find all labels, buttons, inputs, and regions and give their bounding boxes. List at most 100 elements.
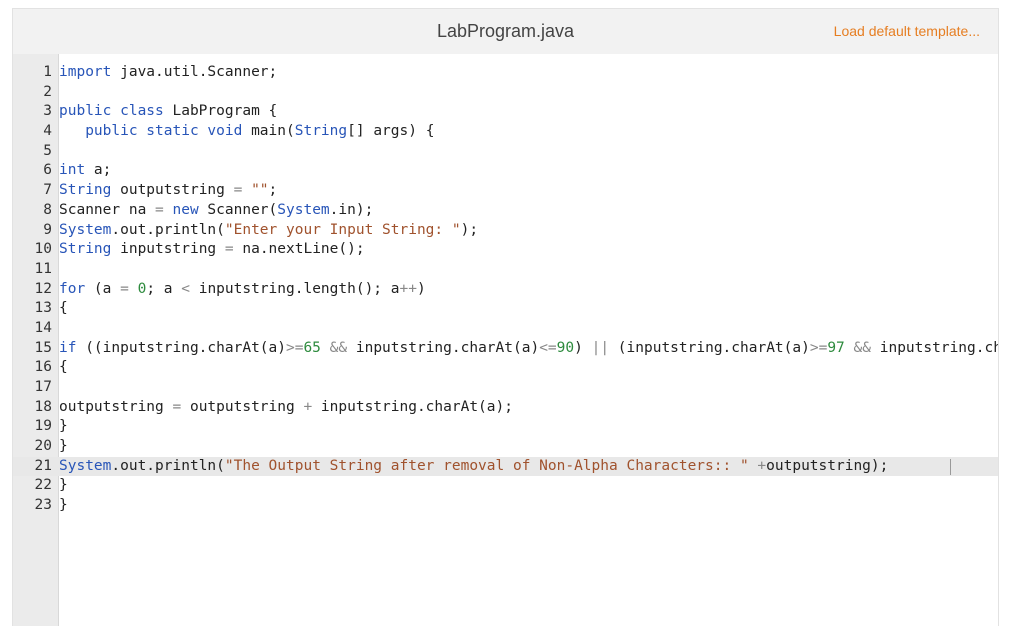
code-line[interactable]: 3 public class LabProgram { bbox=[13, 102, 998, 122]
code-token: new bbox=[172, 201, 199, 218]
code-token: <= bbox=[539, 339, 557, 356]
line-number: 14 bbox=[34, 319, 52, 336]
code-token: public static void bbox=[85, 123, 243, 140]
line-text: outputstring = outputstring + inputstrin… bbox=[59, 398, 513, 418]
code-token: 97 bbox=[827, 339, 845, 356]
code-token: main( bbox=[242, 123, 295, 140]
code-token: inputstring.length(); a bbox=[189, 280, 400, 297]
code-editor-panel: LabProgram.java Load default template...… bbox=[12, 8, 999, 626]
line-number: 12 bbox=[34, 280, 52, 297]
code-token: outputstring bbox=[181, 398, 304, 415]
code-line[interactable]: 13 { bbox=[13, 299, 998, 319]
code-line[interactable]: 14 bbox=[13, 319, 998, 339]
code-token: String bbox=[59, 241, 112, 258]
code-line[interactable]: 19} bbox=[13, 417, 998, 437]
code-token: >= bbox=[809, 339, 828, 356]
code-token: na.nextLine(); bbox=[233, 241, 365, 258]
code-line[interactable]: 4 public static void main(String[] args)… bbox=[13, 122, 998, 142]
code-token: [] args) { bbox=[347, 123, 435, 140]
load-default-template-button[interactable]: Load default template... bbox=[834, 23, 980, 39]
line-number: 9 bbox=[43, 221, 52, 238]
code-token: outputstring bbox=[59, 398, 173, 415]
code-token: { bbox=[59, 300, 68, 317]
line-number: 16 bbox=[34, 359, 52, 376]
code-token: + bbox=[757, 457, 767, 474]
code-token: outputstring bbox=[111, 182, 234, 199]
line-text: } bbox=[59, 417, 68, 437]
code-token: public class bbox=[59, 103, 164, 120]
line-number: 5 bbox=[43, 142, 52, 159]
code-line[interactable]: 20} bbox=[13, 437, 998, 457]
code-token: >= bbox=[285, 339, 304, 356]
code-token: .in); bbox=[329, 201, 374, 218]
line-number: 20 bbox=[34, 438, 52, 455]
code-token: String bbox=[294, 123, 348, 140]
code-token: } bbox=[59, 477, 68, 494]
line-number: 4 bbox=[43, 123, 52, 140]
editor-header: LabProgram.java Load default template... bbox=[13, 9, 998, 54]
code-line[interactable]: 12 for (a = 0; a < inputstring.length(); … bbox=[13, 280, 998, 300]
code-token: ); bbox=[460, 221, 479, 238]
code-lines[interactable]: 1 import java.util.Scanner; 2 3 public class… bbox=[13, 63, 998, 516]
code-token: .out.println( bbox=[111, 457, 225, 474]
code-line[interactable]: 21 System.out.println("The Output String … bbox=[13, 456, 998, 477]
code-token: java.util.Scanner; bbox=[111, 64, 278, 80]
code-line[interactable]: 22} bbox=[13, 476, 998, 496]
code-line[interactable]: 1 import java.util.Scanner; bbox=[13, 63, 998, 83]
line-number: 10 bbox=[34, 241, 52, 258]
code-token: "The Output String after removal of Non-… bbox=[224, 457, 749, 474]
code-line[interactable]: 8 Scanner na = new Scanner(System.in); bbox=[13, 201, 998, 221]
line-number: 1 bbox=[43, 64, 52, 80]
line-text: for (a = 0; a < inputstring.length(); a+… bbox=[59, 280, 426, 300]
code-line[interactable]: 6 int a; bbox=[13, 161, 998, 181]
code-line[interactable]: 18 outputstring = outputstring + inputstr… bbox=[13, 398, 998, 418]
code-token: 90 bbox=[556, 339, 575, 356]
code-token: outputstring); bbox=[766, 457, 889, 474]
line-text: Scanner na = new Scanner(System.in); bbox=[59, 201, 373, 221]
code-token: = bbox=[155, 201, 164, 218]
text-cursor bbox=[950, 458, 951, 475]
code-token: System bbox=[59, 221, 112, 238]
code-line[interactable]: 2 bbox=[13, 83, 998, 103]
line-text: import java.util.Scanner; bbox=[59, 63, 277, 83]
line-number: 22 bbox=[34, 477, 52, 494]
code-token: ) bbox=[416, 280, 426, 297]
code-token: LabProgram { bbox=[163, 103, 278, 120]
code-token: for bbox=[59, 280, 86, 297]
code-token: } bbox=[59, 497, 68, 514]
code-token: .out.println( bbox=[111, 221, 225, 238]
line-number: 15 bbox=[34, 339, 52, 356]
code-line[interactable]: 17 bbox=[13, 378, 998, 398]
code-token: 65 bbox=[303, 339, 321, 356]
code-token: ; a bbox=[146, 280, 182, 297]
code-token: int bbox=[59, 162, 86, 179]
code-token: && bbox=[329, 339, 348, 356]
code-line[interactable]: 9 System.out.println("Enter your Input St… bbox=[13, 221, 998, 241]
code-token: if bbox=[59, 339, 77, 356]
code-area[interactable]: 1 import java.util.Scanner; 2 3 public class… bbox=[13, 54, 998, 626]
line-text: System.out.println("The Output String af… bbox=[59, 457, 888, 477]
code-token: && bbox=[853, 339, 871, 356]
code-token: + bbox=[303, 398, 313, 415]
code-line[interactable]: 15 if ((inputstring.charAt(a)>=65 && inpu… bbox=[13, 339, 998, 359]
code-line[interactable]: 10 String inputstring = na.nextLine(); bbox=[13, 240, 998, 260]
code-line[interactable]: 16 { bbox=[13, 358, 998, 378]
code-token: (inputstring.charAt(a) bbox=[609, 339, 810, 356]
code-token: Scanner( bbox=[198, 201, 278, 218]
code-token: inputstring bbox=[111, 241, 225, 258]
line-number: 19 bbox=[34, 418, 52, 435]
code-line[interactable]: 23} bbox=[13, 496, 998, 516]
line-text: { bbox=[59, 358, 68, 378]
code-token: ((inputstring.charAt(a) bbox=[76, 339, 286, 356]
code-line[interactable]: 7 String outputstring = ""; bbox=[13, 181, 998, 201]
line-number: 23 bbox=[34, 497, 52, 514]
code-token: (a bbox=[85, 280, 121, 297]
code-line[interactable]: 5 bbox=[13, 142, 998, 162]
code-token: inputstring.charAt(a); bbox=[312, 398, 513, 415]
code-line[interactable]: 11 bbox=[13, 260, 998, 280]
line-text: String inputstring = na.nextLine(); bbox=[59, 240, 365, 260]
